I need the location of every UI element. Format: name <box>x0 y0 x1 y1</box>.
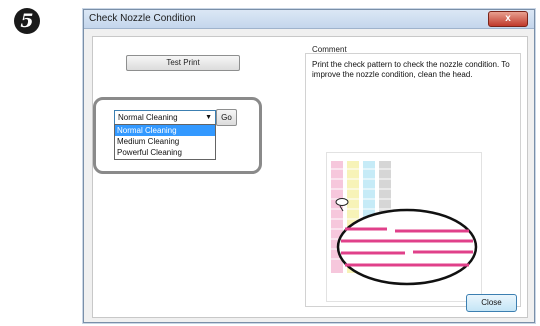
test-print-button[interactable]: Test Print <box>126 55 240 71</box>
dialog-client-area: Test Print Normal Cleaning ▼ Go Normal C… <box>92 36 528 318</box>
window-close-button[interactable]: x <box>488 11 528 27</box>
go-button[interactable]: Go <box>216 109 237 126</box>
cleaning-option-normal[interactable]: Normal Cleaning <box>115 125 215 136</box>
title-bar[interactable]: Check Nozzle Condition x <box>84 10 534 29</box>
magnified-defect-ellipse <box>336 208 478 286</box>
check-nozzle-dialog: Check Nozzle Condition x Test Print Norm… <box>83 9 535 323</box>
cleaning-mode-dropdown: Normal Cleaning Medium Cleaning Powerful… <box>114 124 216 160</box>
nozzle-pattern-svg <box>331 161 478 286</box>
cleaning-option-powerful[interactable]: Powerful Cleaning <box>115 147 215 158</box>
close-button[interactable]: Close <box>466 294 517 312</box>
cleaning-mode-value: Normal Cleaning <box>118 113 178 122</box>
cleaning-option-medium[interactable]: Medium Cleaning <box>115 136 215 147</box>
cleaning-mode-select[interactable]: Normal Cleaning ▼ <box>114 110 216 125</box>
comment-panel: Print the check pattern to check the noz… <box>305 53 521 307</box>
comment-text: Print the check pattern to check the noz… <box>312 60 510 79</box>
nozzle-check-pattern-image <box>326 152 482 302</box>
window-title: Check Nozzle Condition <box>89 13 196 24</box>
caret-down-icon[interactable]: ▼ <box>205 111 212 124</box>
close-icon: x <box>505 13 511 24</box>
defect-marker-small <box>335 198 349 206</box>
step-number-icon: 5 <box>14 8 40 34</box>
